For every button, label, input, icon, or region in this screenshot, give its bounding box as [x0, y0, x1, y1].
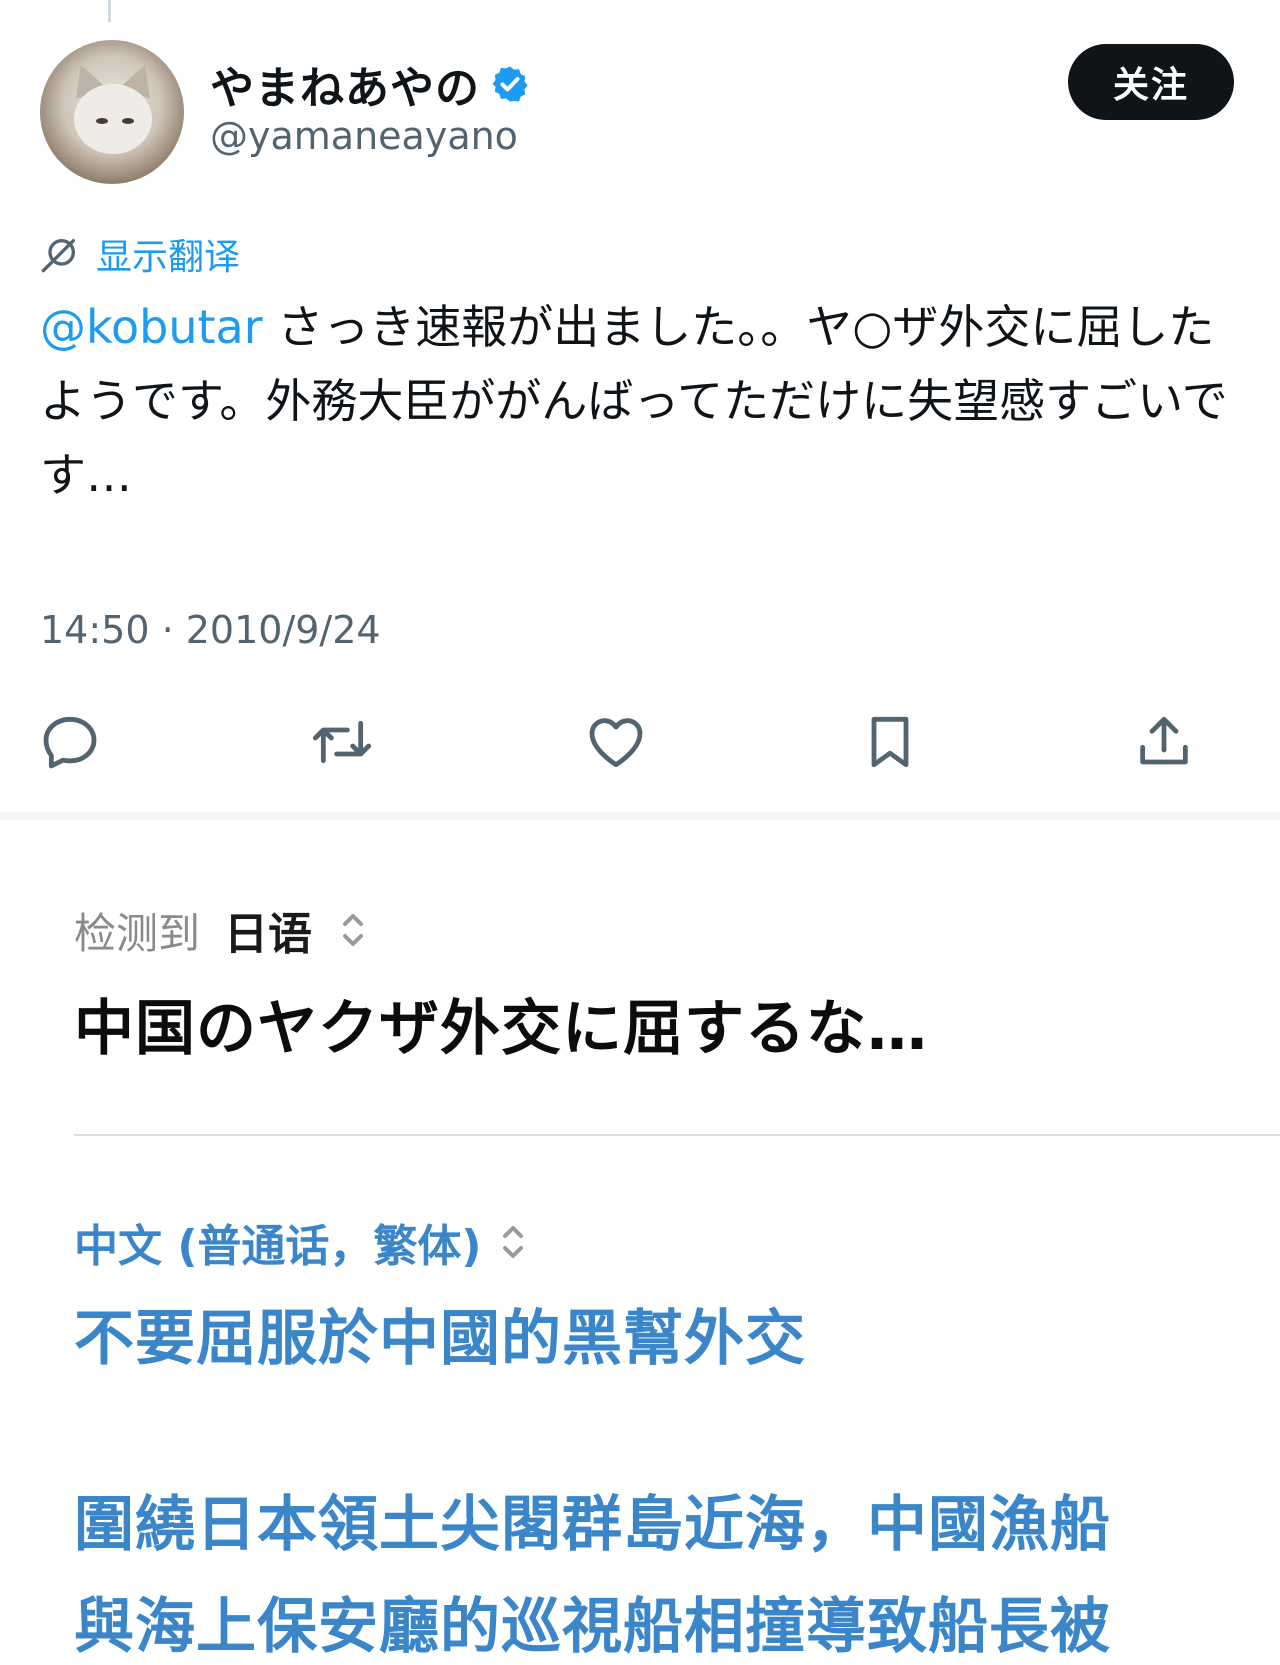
user-handle[interactable]: @yamaneayano: [210, 114, 518, 158]
target-language-row: 中文 (普通话，繁体): [74, 1210, 530, 1274]
thread-line: [108, 0, 111, 22]
mention-link[interactable]: @kobutar: [40, 300, 263, 354]
source-language-row: 检测到 日语: [74, 898, 370, 962]
bookmark-button[interactable]: [856, 708, 924, 776]
tweet-text: @kobutar さっき速報が出ました。。ヤ○ザ外交に屈したようです。外務大臣が…: [40, 290, 1240, 512]
avatar-eye: [122, 118, 134, 124]
retweet-button[interactable]: [308, 708, 376, 776]
like-button[interactable]: [582, 708, 650, 776]
translated-text-line: 不要屈服於中國的黑幫外交: [74, 1304, 806, 1374]
verified-badge-icon: [492, 66, 528, 102]
user-name-row: やまねあやの: [210, 52, 530, 116]
source-text: 中国のヤクザ外交に屈するな…: [74, 994, 928, 1064]
retweet-icon: [312, 720, 372, 764]
share-button[interactable]: [1130, 708, 1198, 776]
section-separator: [0, 812, 1280, 820]
show-translation-row[interactable]: 显示翻译: [40, 228, 240, 280]
translated-text-line: 與海上保安廳的巡視船相撞導致船長被: [74, 1592, 1111, 1662]
follow-button[interactable]: 关注: [1068, 44, 1234, 120]
heart-icon: [589, 718, 643, 768]
divider: [74, 1134, 1280, 1136]
source-language-selector[interactable]: 日语: [224, 898, 312, 962]
bookmark-icon: [871, 716, 909, 768]
show-translation-link[interactable]: 显示翻译: [96, 228, 240, 280]
tweet-actions-bar: [40, 708, 1260, 776]
tweet-timestamp[interactable]: 14:50 · 2010/9/24: [40, 608, 381, 652]
avatar[interactable]: [40, 40, 184, 184]
share-icon: [1140, 716, 1188, 765]
reply-button[interactable]: [36, 708, 104, 776]
chevron-up-down-icon[interactable]: [496, 1218, 530, 1266]
translated-text-line: 圍繞日本領土尖閣群島近海，中國漁船: [74, 1490, 1111, 1560]
detected-label: 检测到: [74, 908, 201, 958]
target-language-selector[interactable]: 中文 (普通话，繁体): [74, 1210, 482, 1274]
display-name[interactable]: やまねあやの: [210, 52, 480, 116]
chevron-up-down-icon[interactable]: [336, 906, 370, 954]
translate-icon: [41, 239, 76, 273]
avatar-cat-face: [74, 84, 152, 154]
avatar-eye: [96, 118, 108, 124]
reply-icon: [43, 716, 97, 769]
